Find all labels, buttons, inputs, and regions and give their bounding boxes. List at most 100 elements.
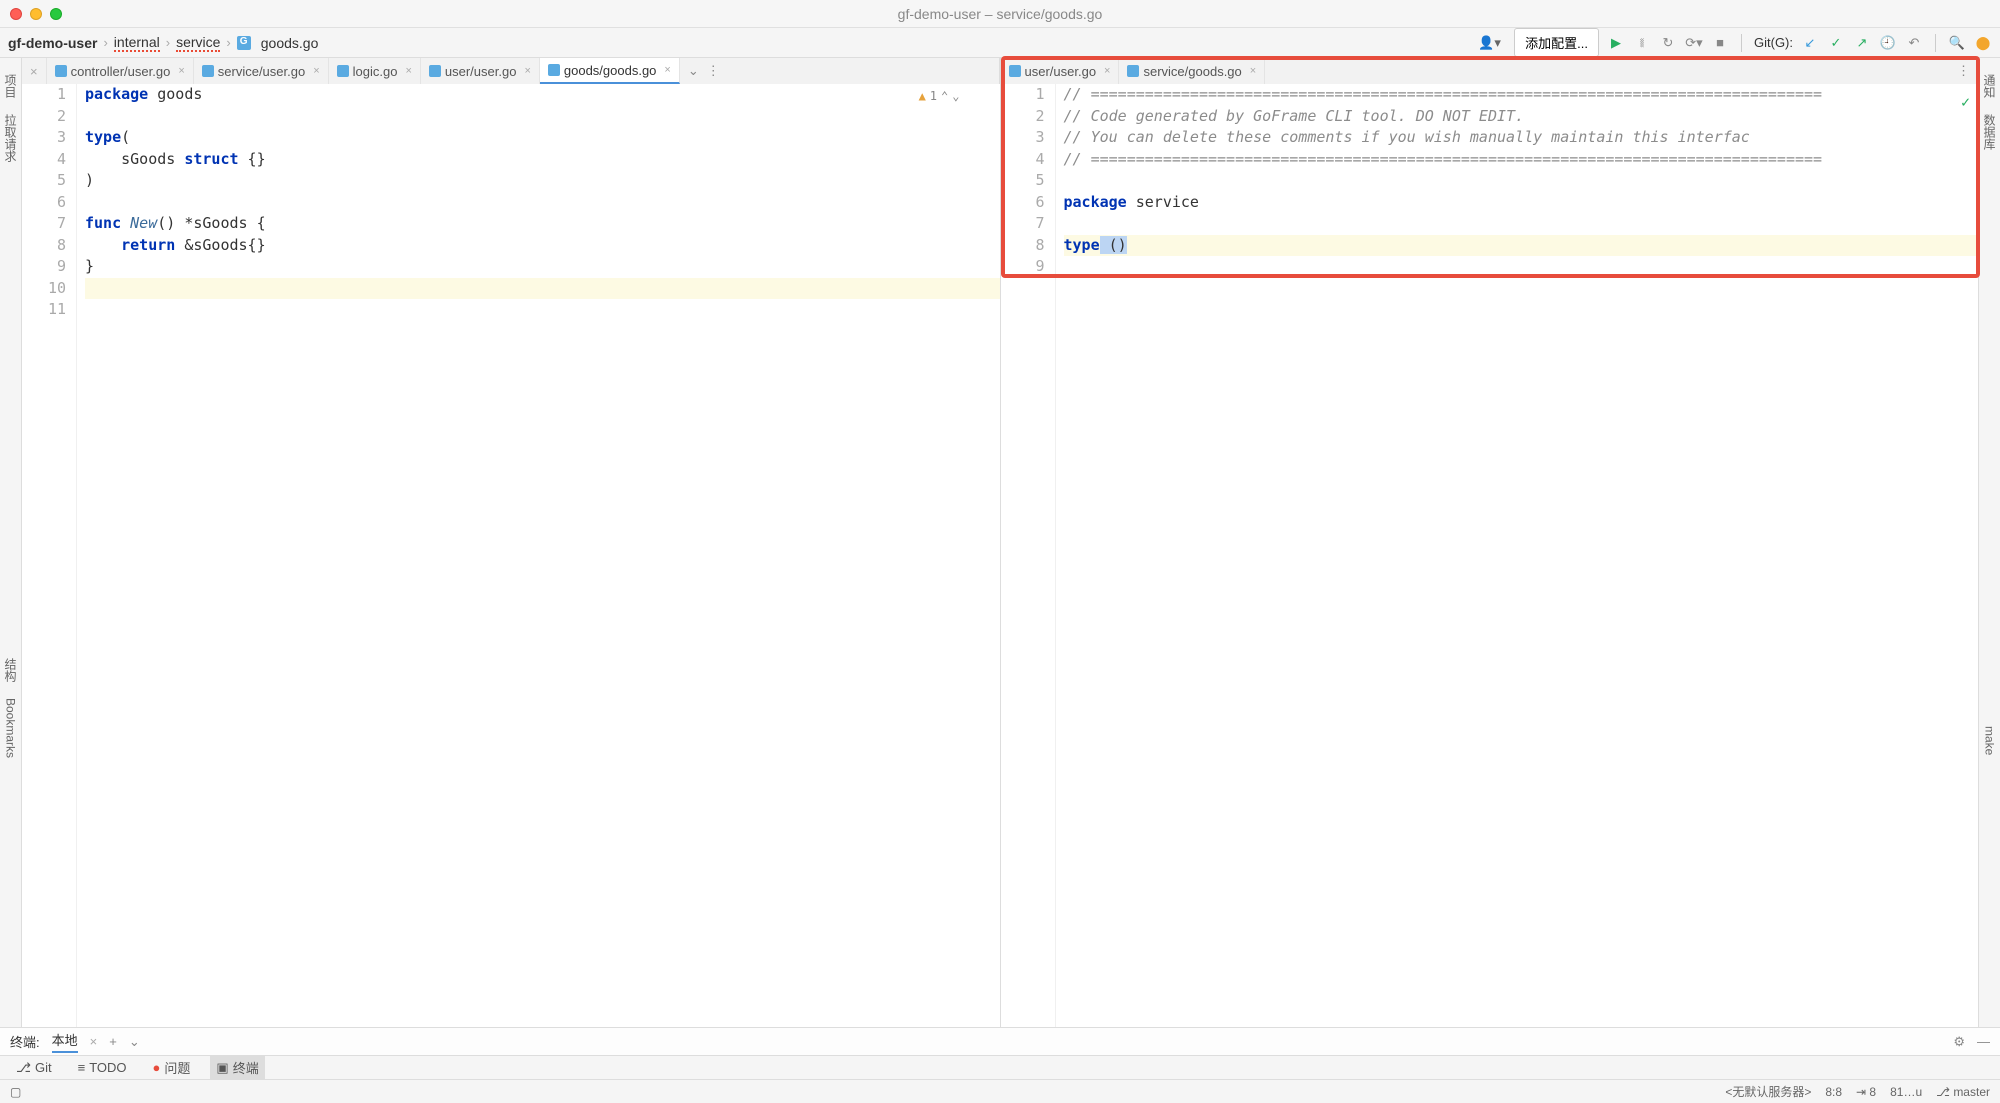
tab-label: logic.go <box>353 64 398 79</box>
go-file-icon <box>55 65 67 77</box>
user-dropdown-icon[interactable]: 👤▾ <box>1478 34 1506 52</box>
status-branch[interactable]: ⎇ master <box>1936 1085 1990 1099</box>
toolwindow-git[interactable]: ⎇Git <box>10 1058 58 1078</box>
sidebar-tab-pullrequests[interactable]: 拉取请求 <box>2 106 19 170</box>
sidebar-tab-project[interactable]: 项目 <box>2 66 19 106</box>
editor-left-code[interactable]: package goods type( sGoods struct {} ) f… <box>77 84 1000 1027</box>
chevron-down-icon[interactable]: ⌄ <box>129 1034 140 1050</box>
ok-check-icon: ✓ <box>1961 92 1970 114</box>
stop-icon[interactable]: ■ <box>1711 34 1729 52</box>
close-window-icon[interactable] <box>10 8 22 20</box>
tab-goods-goods[interactable]: goods/goods.go × <box>540 58 680 84</box>
add-config-button[interactable]: 添加配置... <box>1514 28 1599 57</box>
git-push-icon[interactable]: ↗ <box>1853 34 1871 52</box>
tab-service-user[interactable]: service/user.go × <box>194 58 329 84</box>
close-icon[interactable]: × <box>178 65 184 77</box>
more-horiz-icon[interactable]: ⋮ <box>1957 63 1970 79</box>
tab-close-prev[interactable]: × <box>22 58 47 84</box>
separator <box>1741 34 1742 52</box>
terminal-tabbar: 终端: 本地 × + ⌄ ⚙ — <box>0 1027 2000 1055</box>
tab-label: service/goods.go <box>1143 64 1241 79</box>
right-tool-sidebar: 通知 数据库 make <box>1978 58 2000 1027</box>
coverage-icon[interactable]: ↻ <box>1659 34 1677 52</box>
chevron-up-icon[interactable]: ⌃ <box>941 86 948 108</box>
ide-settings-icon[interactable]: ⬤ <box>1974 34 1992 52</box>
left-tool-sidebar: 项目 拉取请求 结构 Bookmarks <box>0 58 22 1027</box>
sidebar-tab-bookmarks[interactable]: Bookmarks <box>4 690 18 766</box>
breadcrumb-internal[interactable]: internal <box>114 34 160 52</box>
toolwindow-terminal[interactable]: ▣终端 <box>210 1056 264 1079</box>
warning-count: 1 <box>930 86 937 108</box>
terminal-icon: ▣ <box>216 1060 228 1076</box>
tab-label: user/user.go <box>445 64 517 79</box>
sidebar-tab-make[interactable]: make <box>1983 718 1997 763</box>
close-icon[interactable]: × <box>90 1034 98 1049</box>
editor-right-code[interactable]: // =====================================… <box>1056 84 1979 1027</box>
list-icon: ≡ <box>78 1060 86 1075</box>
terminal-tab-local[interactable]: 本地 <box>52 1030 78 1053</box>
sidebar-tab-structure[interactable]: 结构 <box>2 650 19 690</box>
breadcrumb-file[interactable]: goods.go <box>261 35 319 51</box>
toolwindow-todo[interactable]: ≡TODO <box>72 1058 133 1077</box>
sidebar-tab-notifications[interactable]: 通知 <box>1981 66 1998 106</box>
gutter-right: 123456789 <box>1001 84 1056 1027</box>
close-icon[interactable]: × <box>405 65 411 77</box>
chevron-down-icon[interactable]: ⌄ <box>688 63 699 79</box>
chevron-right-icon: › <box>226 35 230 50</box>
status-indent[interactable]: ⇥ 8 <box>1856 1085 1876 1099</box>
main-toolbar: gf-demo-user › internal › service › good… <box>0 28 2000 58</box>
close-icon[interactable]: × <box>664 64 670 76</box>
breadcrumb-root[interactable]: gf-demo-user <box>8 35 97 51</box>
tab-controller-user[interactable]: controller/user.go× <box>47 58 194 84</box>
close-icon[interactable]: × <box>313 65 319 77</box>
tab-logic[interactable]: logic.go × <box>329 58 421 84</box>
error-icon: ● <box>153 1060 161 1075</box>
more-horiz-icon[interactable]: ⋮ <box>707 63 720 79</box>
add-terminal-icon[interactable]: + <box>109 1034 117 1049</box>
tab-label: goods/goods.go <box>564 63 657 78</box>
debug-icon[interactable]: ⧛ <box>1633 34 1651 52</box>
rollback-icon[interactable]: ↶ <box>1905 34 1923 52</box>
go-file-icon <box>1127 65 1139 77</box>
warning-icon: ▲ <box>919 86 926 108</box>
status-overlay-icon[interactable]: ▢ <box>10 1085 21 1099</box>
chevron-down-icon[interactable]: ⌄ <box>952 86 959 108</box>
separator <box>1935 34 1936 52</box>
sidebar-tab-database[interactable]: 数据库 <box>1981 106 1998 158</box>
breadcrumb: gf-demo-user › internal › service › good… <box>8 34 1478 52</box>
editor-split-left: × controller/user.go× service/user.go × l… <box>22 58 1001 1027</box>
tab-right-user-user[interactable]: user/user.go× <box>1001 58 1120 84</box>
close-icon[interactable]: × <box>524 65 530 77</box>
breadcrumb-service[interactable]: service <box>176 34 220 52</box>
status-encoding[interactable]: 81…u <box>1890 1085 1922 1099</box>
branch-icon: ⎇ <box>16 1060 31 1076</box>
toolwindow-problems[interactable]: ●问题 <box>147 1056 197 1079</box>
go-file-icon <box>237 36 251 50</box>
close-icon[interactable]: × <box>1250 65 1256 77</box>
bottom-toolwindow-bar: ⎇Git ≡TODO ●问题 ▣终端 <box>0 1055 2000 1079</box>
chevron-right-icon: › <box>166 35 170 50</box>
history-icon[interactable]: 🕘 <box>1879 34 1897 52</box>
git-label: Git(G): <box>1754 35 1793 50</box>
status-server[interactable]: <无默认服务器> <box>1725 1083 1811 1100</box>
status-caret-pos[interactable]: 8:8 <box>1825 1085 1842 1099</box>
search-icon[interactable]: 🔍 <box>1948 34 1966 52</box>
run-icon[interactable]: ▶ <box>1607 34 1625 52</box>
terminal-label: 终端: <box>10 1032 40 1051</box>
minimize-window-icon[interactable] <box>30 8 42 20</box>
go-file-icon <box>337 65 349 77</box>
maximize-window-icon[interactable] <box>50 8 62 20</box>
git-commit-icon[interactable]: ✓ <box>1827 34 1845 52</box>
tab-user-user[interactable]: user/user.go × <box>421 58 540 84</box>
status-bar: ▢ <无默认服务器> 8:8 ⇥ 8 81…u ⎇ master <box>0 1079 2000 1103</box>
inspection-badge[interactable]: ▲1 ⌃ ⌄ <box>919 86 960 108</box>
go-file-icon <box>548 64 560 76</box>
git-update-icon[interactable]: ↙ <box>1801 34 1819 52</box>
gear-icon[interactable]: ⚙ <box>1953 1034 1965 1050</box>
tab-label: service/user.go <box>218 64 305 79</box>
close-icon[interactable]: × <box>1104 65 1110 77</box>
profile-icon[interactable]: ⟳▾ <box>1685 34 1703 52</box>
titlebar: gf-demo-user – service/goods.go <box>0 0 2000 28</box>
minimize-icon[interactable]: — <box>1977 1034 1990 1049</box>
tab-right-service-goods[interactable]: service/goods.go × <box>1119 58 1265 84</box>
